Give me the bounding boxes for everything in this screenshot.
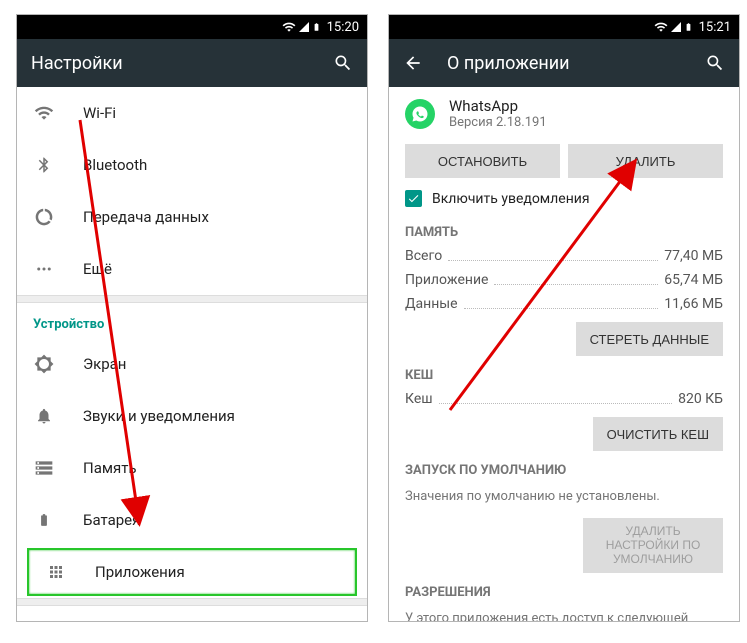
settings-item-storage[interactable]: Память bbox=[17, 442, 367, 494]
settings-item-display[interactable]: Экран bbox=[17, 338, 367, 390]
settings-item-apps[interactable]: Приложения bbox=[29, 550, 355, 594]
force-stop-button[interactable]: ОСТАНОВИТЬ bbox=[405, 144, 560, 178]
page-title: О приложении bbox=[447, 53, 570, 74]
settings-item-label: Ещё bbox=[83, 260, 112, 278]
search-icon[interactable] bbox=[333, 53, 353, 73]
battery-icon bbox=[33, 510, 55, 530]
arrow-back-icon bbox=[403, 53, 423, 73]
whatsapp-icon bbox=[405, 99, 435, 129]
status-time: 15:20 bbox=[327, 20, 359, 35]
storage-icon bbox=[33, 458, 55, 478]
display-icon bbox=[33, 354, 55, 374]
mem-row-total: Всего77,40 МБ bbox=[389, 244, 739, 268]
settings-item-battery[interactable]: Батарея bbox=[17, 494, 367, 546]
phone-left-settings: 15:20 Настройки Wi-Fi Bluetooth Передача… bbox=[16, 14, 368, 622]
section-header-launch: ЗАПУСК ПО УМОЛЧАНИЮ bbox=[389, 453, 739, 482]
apps-icon bbox=[45, 563, 67, 581]
section-header-device: Устройство bbox=[17, 303, 367, 338]
signal-status-icon bbox=[670, 21, 682, 33]
app-header: WhatsApp Версия 2.18.191 bbox=[389, 87, 739, 136]
settings-item-wifi[interactable]: Wi-Fi bbox=[17, 87, 367, 139]
status-time: 15:21 bbox=[699, 20, 731, 35]
more-horizontal-icon bbox=[33, 260, 55, 278]
settings-item-label: Передача данных bbox=[83, 208, 209, 226]
app-bar: О приложении bbox=[389, 39, 739, 87]
bluetooth-icon bbox=[33, 156, 55, 174]
settings-item-label: Bluetooth bbox=[83, 156, 147, 174]
settings-item-sound[interactable]: Звуки и уведомления bbox=[17, 390, 367, 442]
settings-item-label: Звуки и уведомления bbox=[83, 407, 235, 425]
wifi-status-icon bbox=[654, 20, 668, 34]
settings-item-label: Батарея bbox=[83, 511, 140, 529]
settings-list: Wi-Fi Bluetooth Передача данных Ещё Устр… bbox=[17, 87, 367, 622]
section-header-cache: КЕШ bbox=[389, 358, 739, 387]
status-bar: 15:20 bbox=[17, 15, 367, 39]
settings-item-label: Память bbox=[83, 459, 137, 477]
section-header-memory: ПАМЯТЬ bbox=[389, 215, 739, 244]
settings-item-label: Экран bbox=[83, 355, 126, 373]
notifications-checkbox-row[interactable]: Включить уведомления bbox=[389, 186, 739, 215]
battery-status-icon bbox=[312, 20, 321, 34]
wifi-icon bbox=[33, 103, 55, 123]
clear-defaults-button: УДАЛИТЬ НАСТРОЙКИ ПО УМОЛЧАНИЮ bbox=[583, 518, 723, 573]
mem-row-app: Приложение65,74 МБ bbox=[389, 268, 739, 292]
search-icon[interactable] bbox=[705, 53, 725, 73]
signal-status-icon bbox=[298, 21, 310, 33]
checkbox-checked-icon bbox=[405, 190, 422, 207]
section-header-permissions: РАЗРЕШЕНИЯ bbox=[389, 575, 739, 604]
permissions-note: У этого приложения есть доступ к следующ… bbox=[389, 604, 739, 622]
uninstall-button[interactable]: УДАЛИТЬ bbox=[568, 144, 723, 178]
back-button[interactable] bbox=[403, 53, 423, 73]
app-version: Версия 2.18.191 bbox=[449, 115, 547, 130]
wifi-status-icon bbox=[282, 20, 296, 34]
clear-data-button[interactable]: СТЕРЕТЬ ДАННЫЕ bbox=[576, 322, 723, 356]
phone-right-app-info: 15:21 О приложении WhatsApp Версия 2.18.… bbox=[388, 14, 740, 622]
notifications-icon bbox=[33, 407, 55, 425]
battery-status-icon bbox=[684, 20, 693, 34]
data-usage-icon bbox=[33, 207, 55, 227]
clear-cache-button[interactable]: ОЧИСТИТЬ КЕШ bbox=[593, 417, 723, 451]
settings-item-more[interactable]: Ещё bbox=[17, 243, 367, 295]
section-divider bbox=[17, 598, 367, 606]
settings-item-label: Wi-Fi bbox=[83, 104, 116, 122]
settings-item-bluetooth[interactable]: Bluetooth bbox=[17, 139, 367, 191]
page-title: Настройки bbox=[31, 53, 123, 74]
section-header-personal: Личные данные bbox=[17, 606, 367, 622]
cache-row: Кеш820 КБ bbox=[389, 387, 739, 411]
settings-item-label: Приложения bbox=[95, 563, 185, 581]
status-bar: 15:21 bbox=[389, 15, 739, 39]
mem-row-data: Данные11,66 МБ bbox=[389, 292, 739, 316]
highlighted-apps-item: Приложения bbox=[27, 548, 357, 596]
app-name: WhatsApp bbox=[449, 97, 547, 115]
launch-note: Значения по умолчанию не установлены. bbox=[389, 482, 739, 512]
settings-item-data-usage[interactable]: Передача данных bbox=[17, 191, 367, 243]
app-bar: Настройки bbox=[17, 39, 367, 87]
section-divider bbox=[17, 295, 367, 303]
notifications-checkbox-label: Включить уведомления bbox=[432, 191, 590, 207]
